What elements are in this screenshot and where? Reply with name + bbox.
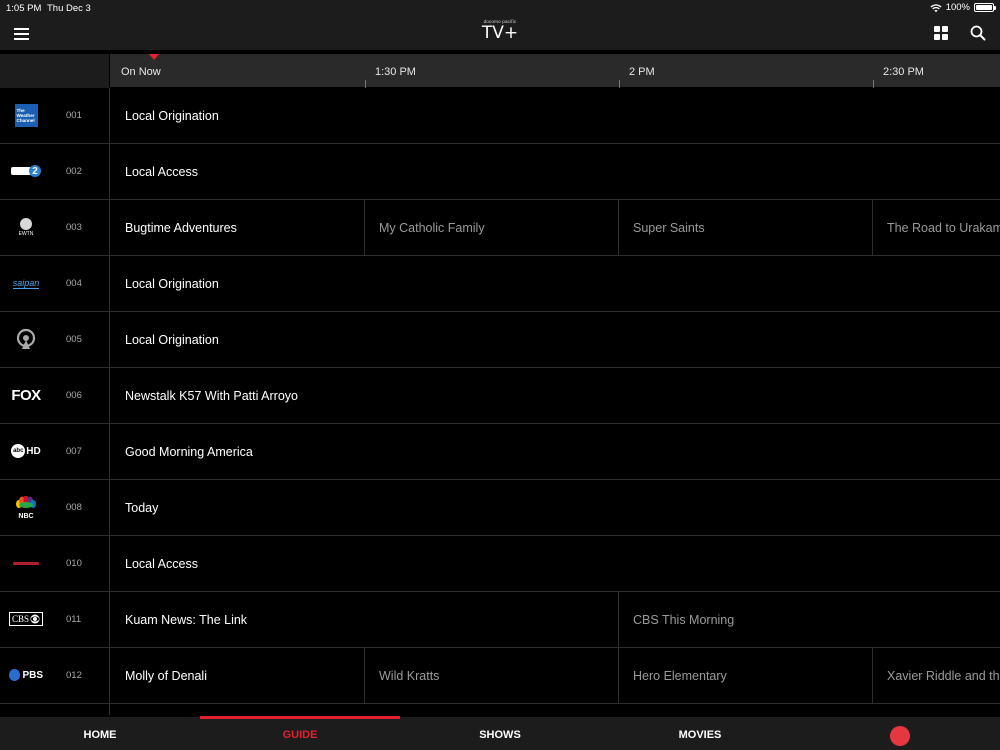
channel-number: 007 [66,446,82,457]
program-cell[interactable]: Newstalk K57 With Patti Arroyo [111,368,1000,424]
program-cell[interactable]: The Road to Urakami [873,200,1000,256]
program-cell[interactable]: Bugtime Adventures [111,200,365,256]
channel-number: 011 [66,614,82,625]
brand-name: TV+ [481,23,519,43]
program-cell[interactable]: Kuam News: The Link [111,592,619,648]
channel-cell[interactable]: saipan 004 [0,256,110,312]
channel-number: 003 [66,222,82,233]
weather-channel-logo: The Weather Channel [9,103,43,127]
channel-cell[interactable]: 2 002 [0,144,110,200]
channel-cell[interactable]: NBC 008 [0,480,110,536]
program-cell[interactable]: Local Access [111,536,1000,592]
channel-row: 005 Local Origination [0,312,1000,368]
saipan-logo: saipan [12,277,40,289]
bottom-tab-bar: HOME GUIDE SHOWS MOVIES [0,716,1000,750]
channel-row: NBC 008 Today [0,480,1000,536]
broadcast-icon [9,327,43,351]
program-cell[interactable]: Molly of Denali [111,648,365,704]
channel-cell[interactable]: PBS 012 [0,648,110,704]
channel-cell[interactable]: 005 [0,312,110,368]
program-cell[interactable]: Local Origination [111,256,1000,312]
program-cell[interactable]: Wild Kratts [365,648,619,704]
channel-row: saipan 004 Local Origination [0,256,1000,312]
channel-cell[interactable]: FOX 006 [0,368,110,424]
tab-shows[interactable]: SHOWS [400,717,600,750]
channel-row [0,704,1000,715]
program-cell[interactable]: Good Morning America [111,424,1000,480]
channel-cell[interactable]: EWTN 003 [0,200,110,256]
time-slot: 1:30 PM [365,54,619,88]
status-right: 100% [930,2,996,13]
record-icon[interactable] [890,726,910,746]
channel-row: FOX 006 Newstalk K57 With Patti Arroyo [0,368,1000,424]
program-cell[interactable]: Local Origination [111,312,1000,368]
pbs-logo: PBS [9,663,43,687]
channel-number: 010 [66,558,82,569]
ewtn-logo: EWTN [9,215,43,239]
fox-logo: FOX [11,386,41,404]
time-slot: 2:30 PM [873,54,1000,88]
channel-row: 2 002 Local Access [0,144,1000,200]
channel-number: 005 [66,334,82,345]
guide-grid: The Weather Channel 001 Local Origination … [0,88,1000,715]
channel-cell[interactable] [0,704,110,715]
cbs-logo: CBS [9,607,44,631]
grid-icon[interactable] [934,26,948,40]
program-cell[interactable]: Local Access [111,144,1000,200]
channel-cell[interactable]: CBS 011 [0,592,110,648]
program-cell[interactable]: Xavier Riddle and the Secret Museum [873,648,1000,704]
battery-icon [974,3,996,12]
channel-row: PBS 012 Molly of Denali Wild Kratts Hero… [0,648,1000,704]
tab-movies[interactable]: MOVIES [600,717,800,750]
channel-number: 012 [66,670,82,681]
channel-number: 006 [66,390,82,401]
now-marker [149,54,159,60]
timeline-corner [0,54,110,88]
brand-logo: docomo pacific TV+ [470,19,530,42]
search-icon[interactable] [970,25,986,41]
hamburger-icon[interactable] [14,28,30,40]
status-bar: 1:05 PM Thu Dec 3 100% [0,0,1000,16]
channel-cell[interactable]: abc HD 007 [0,424,110,480]
channel-row: The Weather Channel 001 Local Origination [0,88,1000,144]
program-cell[interactable]: Today [111,480,1000,536]
channel-row: 010 Local Access [0,536,1000,592]
program-cell[interactable]: CBS This Morning [619,592,1000,648]
time-slot: 2 PM [619,54,873,88]
battery-percent: 100% [945,2,970,13]
top-bar: docomo pacific TV+ [0,16,1000,52]
channel-number: 008 [66,502,82,513]
wifi-icon [930,3,942,12]
nbc-logo: NBC [9,494,43,520]
program-cell[interactable]: My Catholic Family [365,200,619,256]
channel-number: 002 [66,166,82,177]
status-date: Thu Dec 3 [47,3,91,14]
channel-2-logo: 2 [9,159,43,183]
local-channel-logo [9,551,43,575]
channel-cell[interactable]: The Weather Channel 001 [0,88,110,144]
program-cell[interactable]: Local Origination [111,88,1000,144]
channel-row: abc HD 007 Good Morning America [0,424,1000,480]
channel-cell[interactable]: 010 [0,536,110,592]
program-cell[interactable]: Super Saints [619,200,873,256]
channel-number: 004 [66,278,82,289]
status-time: 1:05 PM [6,3,42,14]
tab-guide[interactable]: GUIDE [200,716,400,750]
program-cell[interactable]: Hero Elementary [619,648,873,704]
tab-home[interactable]: HOME [0,717,200,750]
channel-number: 001 [66,110,82,121]
channel-row: EWTN 003 Bugtime Adventures My Catholic … [0,200,1000,256]
channel-row: CBS 011 Kuam News: The Link CBS This Mor… [0,592,1000,648]
abc-hd-logo: abc HD [11,444,41,458]
